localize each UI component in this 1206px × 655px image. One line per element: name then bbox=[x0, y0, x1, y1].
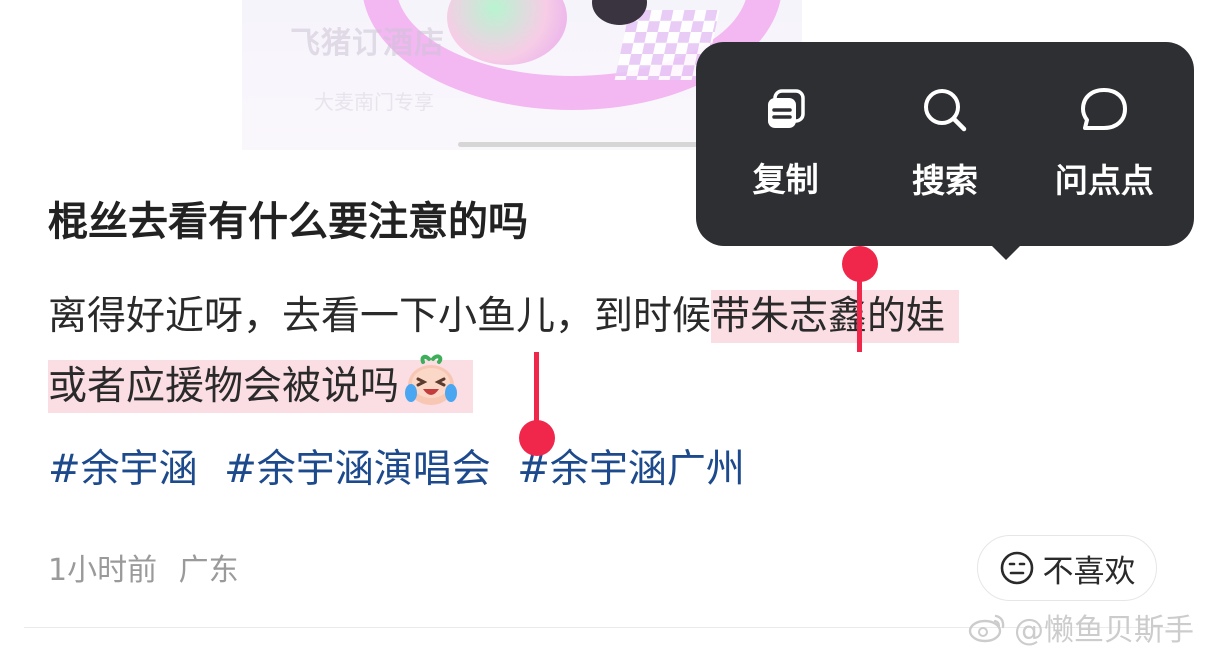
post-meta: 1小时前 广东 bbox=[48, 545, 239, 589]
selection-start-caret bbox=[857, 266, 862, 352]
chat-bubble-icon bbox=[1081, 88, 1128, 130]
selection-end-handle[interactable] bbox=[519, 420, 555, 456]
text-selection-menu: 复制 搜索 问点点 bbox=[696, 42, 1194, 246]
watermark: @懒鱼贝斯手 bbox=[968, 605, 1194, 649]
watermark-text: @懒鱼贝斯手 bbox=[1014, 613, 1194, 648]
neutral-face-icon bbox=[1000, 551, 1033, 585]
banner-title: 飞猪订酒店 bbox=[290, 26, 445, 61]
dislike-button[interactable]: 不喜欢 bbox=[977, 535, 1157, 601]
hashtag-link[interactable]: #余宇涵广州 bbox=[517, 447, 745, 492]
selected-text-part-2[interactable]: 或者应援物会被说吗 bbox=[48, 354, 474, 413]
search-label: 搜索 bbox=[911, 161, 978, 200]
selected-text-part-2-label: 或者应援物会被说吗 bbox=[48, 364, 400, 409]
post-time: 1小时前 bbox=[48, 553, 158, 588]
crying-laughing-emoji bbox=[405, 354, 458, 405]
banner-subtitle: 大麦南门专享 bbox=[314, 90, 434, 114]
weibo-icon bbox=[968, 614, 1005, 643]
popup-pointer bbox=[990, 244, 1022, 260]
hashtag-list: #余宇涵 #余宇涵演唱会 #余宇涵广州 bbox=[48, 440, 759, 500]
search-icon bbox=[923, 89, 967, 132]
copy-label: 复制 bbox=[752, 160, 819, 199]
post-body-line-1: 离得好近呀，去看一下小鱼儿，到时候带朱志鑫的娃 bbox=[48, 282, 1168, 352]
hashtag-link[interactable]: #余宇涵 bbox=[48, 447, 198, 492]
ask-button[interactable]: 问点点 bbox=[1034, 86, 1174, 202]
ask-label: 问点点 bbox=[1054, 161, 1154, 200]
copy-icon bbox=[767, 89, 805, 128]
image-carousel-indicator bbox=[458, 142, 698, 147]
post-body[interactable]: 离得好近呀，去看一下小鱼儿，到时候带朱志鑫的娃 或者应援物会被说吗 bbox=[48, 282, 1168, 422]
search-button[interactable]: 搜索 bbox=[875, 86, 1015, 202]
selected-text-part-1[interactable]: 带朱志鑫的娃 bbox=[711, 290, 960, 343]
post-location: 广东 bbox=[178, 553, 239, 588]
post-title: 棍丝去看有什么要注意的吗 bbox=[48, 199, 528, 245]
copy-button[interactable]: 复制 bbox=[716, 87, 856, 201]
post-body-text-plain: 离得好近呀，去看一下小鱼儿，到时候 bbox=[48, 294, 712, 339]
dislike-label: 不喜欢 bbox=[1042, 553, 1136, 590]
post-body-line-2: 或者应援物会被说吗 bbox=[48, 352, 1168, 422]
hashtag-link[interactable]: #余宇涵演唱会 bbox=[224, 447, 491, 492]
